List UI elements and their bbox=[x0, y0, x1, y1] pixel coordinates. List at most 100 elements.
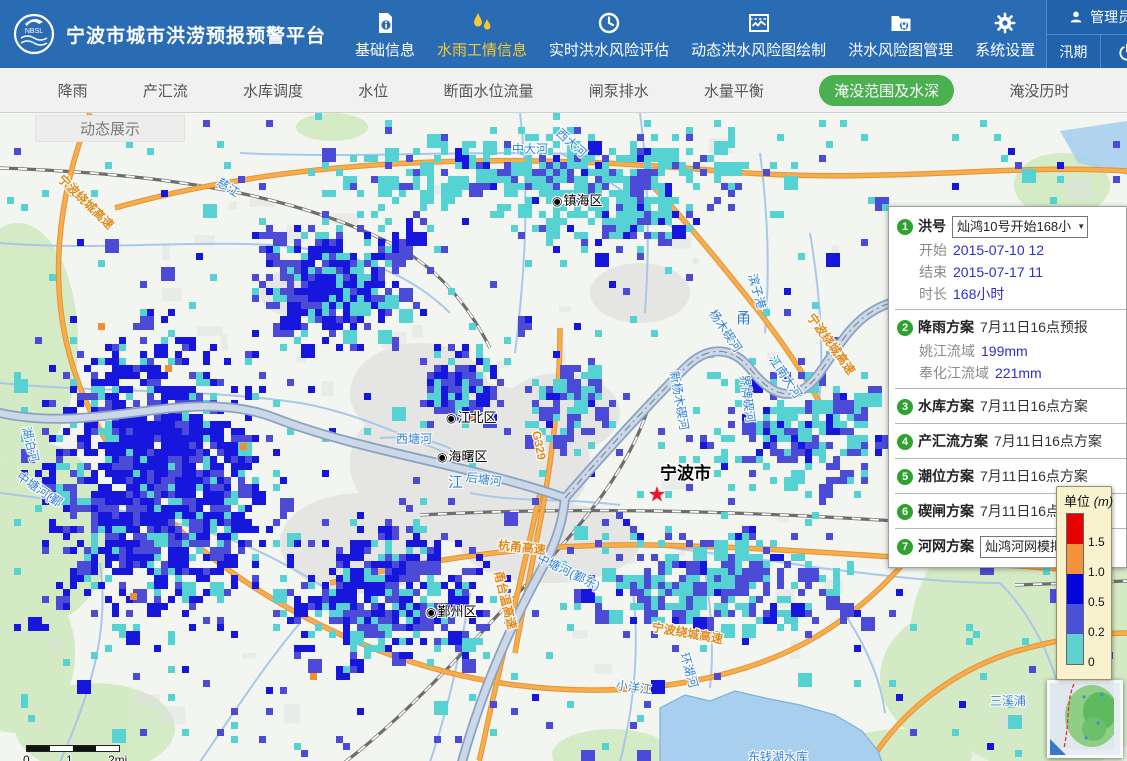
detail-value: 2015-07-17 11 bbox=[953, 264, 1043, 280]
app-title: 宁波市城市洪涝预报预警平台 bbox=[66, 21, 326, 48]
brand: NBSL 宁波市城市洪涝预报预警平台 bbox=[0, 0, 326, 68]
detail-label: 开始 bbox=[919, 242, 947, 258]
scalebar-label-1: 1 bbox=[66, 753, 73, 761]
scheme-title: 潮位方案 bbox=[918, 468, 974, 484]
detail-value: 2015-07-10 12 bbox=[953, 242, 1044, 258]
nav-item-2[interactable]: 水雨工情信息 bbox=[437, 10, 527, 60]
logout-power-button[interactable] bbox=[1101, 35, 1127, 68]
scheme-title: 产汇流方案 bbox=[918, 433, 988, 449]
legend-tick-label: 1.5 bbox=[1088, 535, 1105, 549]
divider bbox=[895, 423, 1126, 424]
dynamic-chart-icon bbox=[747, 10, 771, 36]
detail-label: 奉化江流域 bbox=[919, 365, 989, 381]
detail-value: 168小时 bbox=[953, 286, 1004, 302]
legend-color-bar bbox=[1066, 513, 1084, 665]
scheme-value: 7月11日16点方案 bbox=[980, 398, 1088, 414]
scheme-value: 7月11日16点预报 bbox=[980, 319, 1088, 335]
user-menu[interactable]: 管理员 bbox=[1047, 0, 1127, 35]
scheme-detail-row: 姚江流域 199mm bbox=[889, 340, 1126, 362]
divider bbox=[895, 388, 1126, 389]
map-scalebar: 0 1 2mi bbox=[26, 745, 146, 752]
detail-value: 199mm bbox=[981, 343, 1028, 359]
scalebar-label-0: 0 bbox=[23, 753, 30, 761]
scheme-value: 7月11日16点方案 bbox=[994, 433, 1102, 449]
scheme-detail-row: 开始 2015-07-10 12 bbox=[889, 239, 1126, 261]
scheme-detail-row: 结束 2015-07-17 11 bbox=[889, 261, 1126, 283]
chevron-down-icon: ▼ bbox=[1077, 217, 1085, 237]
gear-icon bbox=[993, 10, 1017, 36]
scheme-row-2: 2 降雨方案 7月11日16点预报 bbox=[889, 314, 1126, 340]
divider bbox=[895, 309, 1126, 310]
scheme-value: 7月11日16点方案 bbox=[980, 468, 1088, 484]
step-badge: 3 bbox=[897, 399, 913, 415]
subnav-tab-3[interactable]: 水库调度 bbox=[243, 80, 303, 101]
nav-item-label: 水雨工情信息 bbox=[437, 39, 527, 60]
user-label: 管理员 bbox=[1090, 7, 1127, 27]
step-badge: 6 bbox=[897, 504, 913, 520]
nav-item-5[interactable]: 洪水风险图管理 bbox=[848, 10, 953, 60]
overview-minimap[interactable] bbox=[1047, 680, 1123, 758]
nav-item-6[interactable]: 系统设置 bbox=[975, 10, 1035, 60]
scheme-title: 河网方案 bbox=[918, 538, 974, 554]
legend-tick-label: 0.2 bbox=[1088, 625, 1105, 639]
nav-item-label: 系统设置 bbox=[975, 39, 1035, 60]
legend-tick-label: 1.0 bbox=[1088, 565, 1105, 579]
nav-item-1[interactable]: 基础信息 bbox=[355, 10, 415, 60]
dynamic-display-button[interactable]: 动态展示 bbox=[35, 115, 185, 142]
subnav-tab-9[interactable]: 淹没历时 bbox=[1009, 80, 1069, 101]
logo-text: NBSL bbox=[25, 28, 43, 35]
step-badge: 2 bbox=[897, 320, 913, 336]
subnav-tab-1[interactable]: 降雨 bbox=[58, 80, 88, 101]
step-badge: 5 bbox=[897, 469, 913, 485]
app-logo-icon: NBSL bbox=[12, 12, 56, 56]
scheme-title: 水库方案 bbox=[918, 398, 974, 414]
main-nav: 基础信息 水雨工情信息 实时洪水风险评估 动态洪水风险图绘制 洪水风险图管理 系统设置 bbox=[344, 0, 1046, 68]
app-header: NBSL 宁波市城市洪涝预报预警平台 基础信息 水雨工情信息 实时洪水风险评估 动态洪… bbox=[0, 0, 1127, 68]
scalebar-segments bbox=[26, 745, 120, 752]
legend-tick-label: 0 bbox=[1088, 655, 1095, 669]
folder-lock-icon bbox=[889, 10, 913, 36]
subnav-tab-5[interactable]: 断面水位流量 bbox=[443, 80, 533, 101]
nav-item-4[interactable]: 动态洪水风险图绘制 bbox=[691, 10, 826, 60]
legend-title: 单位 (m) bbox=[1064, 491, 1111, 510]
subnav-tab-4[interactable]: 水位 bbox=[358, 80, 388, 101]
subnav-tab-8[interactable]: 淹没范围及水深 bbox=[819, 75, 954, 106]
detail-label: 姚江流域 bbox=[919, 343, 975, 359]
subnav-tabs: 降雨 产汇流 水库调度 水位 断面水位流量 闸泵排水 水量平衡 淹没范围及水深 淹没历时 bbox=[0, 68, 1127, 113]
nav-item-label: 洪水风险图管理 bbox=[848, 39, 953, 60]
scheme-row-4: 4 产汇流方案 7月11日16点方案 bbox=[889, 428, 1126, 454]
map-canvas[interactable]: ◉镇海区◉江北区◉海曙区◉鄞州区宁波市中大河西大河慈江滨子港杨木碶河新杨木碶河甬… bbox=[0, 113, 1127, 761]
depth-legend: 单位 (m) 1.5 1.0 0.5 0.2 0 bbox=[1056, 486, 1112, 680]
user-icon bbox=[1068, 9, 1084, 25]
step-badge: 1 bbox=[897, 219, 913, 235]
scheme-detail-row: 奉化江流域 221mm bbox=[889, 362, 1126, 384]
detail-label: 时长 bbox=[919, 286, 947, 302]
document-info-icon bbox=[373, 10, 397, 36]
scheme-title: 降雨方案 bbox=[918, 319, 974, 335]
raindrops-icon bbox=[470, 10, 494, 36]
nav-item-3[interactable]: 实时洪水风险评估 bbox=[549, 10, 669, 60]
scalebar-label-2: 2mi bbox=[108, 753, 127, 761]
legend-tick-label: 0.5 bbox=[1088, 595, 1105, 609]
subnav-tab-7[interactable]: 水量平衡 bbox=[704, 80, 764, 101]
detail-label: 结束 bbox=[919, 264, 947, 280]
detail-value: 221mm bbox=[995, 365, 1042, 381]
power-icon bbox=[1117, 42, 1127, 62]
scheme-select[interactable]: 灿鸿10号开始168小▼ bbox=[952, 216, 1088, 238]
nav-item-label: 动态洪水风险图绘制 bbox=[691, 39, 826, 60]
step-badge: 4 bbox=[897, 434, 913, 450]
clock-icon bbox=[597, 10, 621, 36]
scheme-row-1: 1 洪号灿鸿10号开始168小▼ bbox=[889, 213, 1126, 239]
subnav-tab-6[interactable]: 闸泵排水 bbox=[589, 80, 649, 101]
scheme-title: 洪号 bbox=[918, 218, 946, 234]
minimap-collapse-button[interactable] bbox=[1050, 739, 1066, 755]
scheme-detail-row: 时长 168小时 bbox=[889, 283, 1126, 305]
nav-item-label: 实时洪水风险评估 bbox=[549, 39, 669, 60]
scheme-title: 碶闸方案 bbox=[918, 503, 974, 519]
flood-season-button[interactable]: 汛期 bbox=[1047, 35, 1101, 68]
header-corner: 管理员 汛期 bbox=[1046, 0, 1127, 68]
divider bbox=[895, 458, 1126, 459]
step-badge: 7 bbox=[897, 539, 913, 555]
subnav-tab-2[interactable]: 产汇流 bbox=[143, 80, 188, 101]
nav-item-label: 基础信息 bbox=[355, 39, 415, 60]
